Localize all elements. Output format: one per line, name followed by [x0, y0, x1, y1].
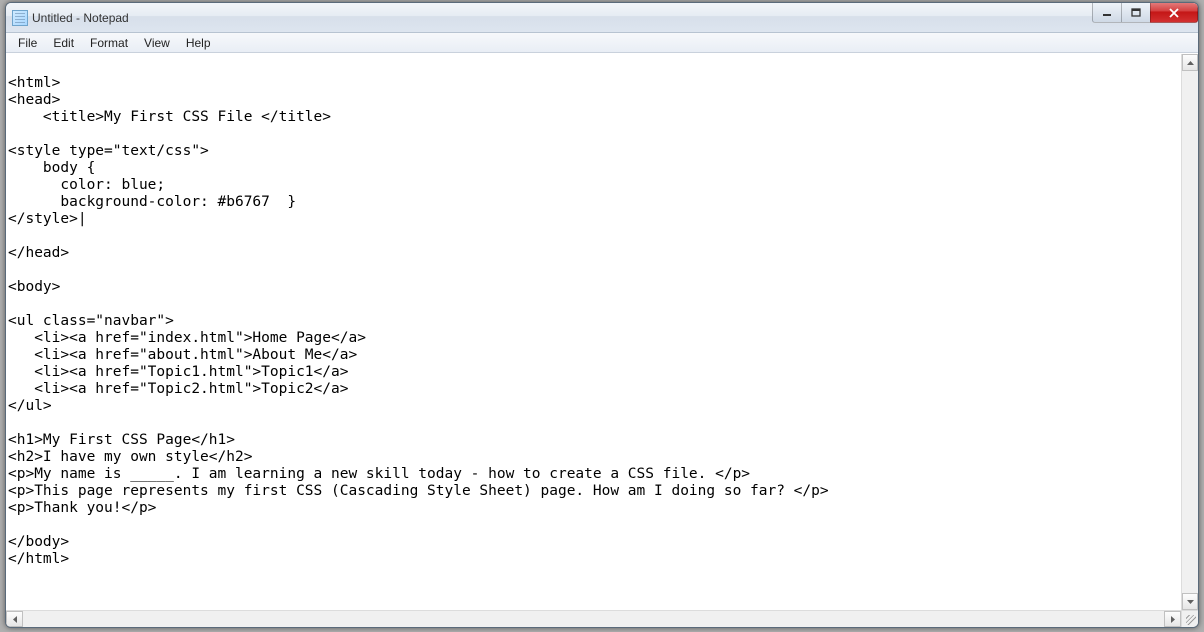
scroll-right-button[interactable]: [1164, 611, 1181, 627]
vertical-scroll-track[interactable]: [1182, 71, 1198, 593]
horizontal-scrollbar[interactable]: [6, 610, 1181, 627]
menubar: File Edit Format View Help: [6, 33, 1198, 53]
bottom-scroll-row: [6, 610, 1198, 627]
chevron-down-icon: [1187, 600, 1194, 604]
scroll-down-button[interactable]: [1182, 593, 1198, 610]
maximize-button[interactable]: [1121, 3, 1151, 23]
scroll-up-button[interactable]: [1182, 54, 1198, 71]
notepad-icon: [12, 10, 28, 26]
menu-view[interactable]: View: [136, 34, 178, 52]
scroll-left-button[interactable]: [6, 611, 23, 627]
chevron-left-icon: [13, 616, 17, 623]
maximize-icon: [1131, 8, 1141, 18]
chevron-right-icon: [1171, 616, 1175, 623]
notepad-window: Untitled - Notepad File Edit Format View…: [5, 2, 1199, 628]
menu-edit[interactable]: Edit: [45, 34, 82, 52]
window-controls: [1093, 3, 1198, 23]
close-button[interactable]: [1150, 3, 1198, 23]
chevron-up-icon: [1187, 61, 1194, 65]
vertical-scrollbar[interactable]: [1181, 54, 1198, 610]
menu-file[interactable]: File: [10, 34, 45, 52]
window-title: Untitled - Notepad: [32, 11, 129, 25]
close-icon: [1168, 8, 1180, 18]
client-area: <html> <head> <title>My First CSS File <…: [6, 53, 1198, 610]
horizontal-scroll-track[interactable]: [23, 611, 1164, 627]
resize-grip[interactable]: [1181, 610, 1198, 627]
minimize-icon: [1102, 8, 1112, 18]
menu-format[interactable]: Format: [82, 34, 136, 52]
minimize-button[interactable]: [1092, 3, 1122, 23]
menu-help[interactable]: Help: [178, 34, 219, 52]
titlebar[interactable]: Untitled - Notepad: [6, 3, 1198, 33]
text-editor[interactable]: <html> <head> <title>My First CSS File <…: [6, 54, 1181, 610]
